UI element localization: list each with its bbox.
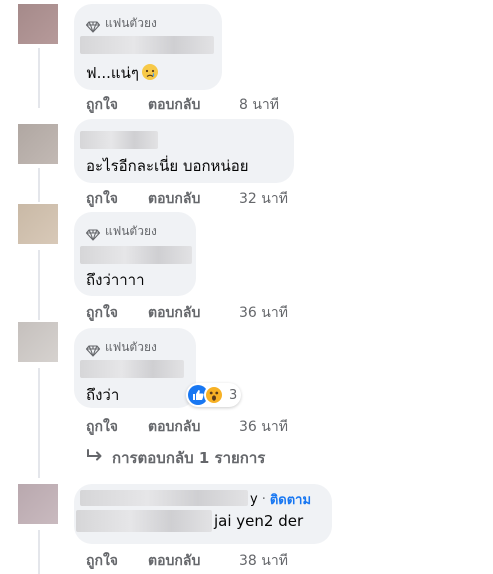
top-fan-badge[interactable]: แฟนตัวยง [85,14,157,33]
comment-bubble: แฟนตัวยง ถึงว่า [74,328,196,408]
timestamp[interactable]: 38 นาที [239,550,288,572]
badge-label: แฟนตัวยง [105,224,157,238]
comment-bubble: อะไรอีกละเนี่ย บอกหน่อย [74,119,294,183]
author-name[interactable] [80,131,158,149]
reply-button[interactable]: ตอบกลับ [148,416,239,438]
like-button[interactable]: ถูกใจ [86,302,148,324]
diamond-icon [85,226,101,241]
thread-line [38,168,40,202]
like-button[interactable]: ถูกใจ [86,550,148,572]
badge-label: แฟนตัวยง [105,340,157,354]
separator-dot: · [261,492,266,507]
avatar[interactable] [18,322,58,362]
like-button[interactable]: ถูกใจ [86,416,148,438]
reply-button[interactable]: ตอบกลับ [148,94,239,116]
author-name[interactable] [80,36,214,54]
timestamp[interactable]: 32 นาที [239,188,288,210]
author-name[interactable] [80,490,248,506]
comment-bubble: แฟนตัวยง ถึงว่าาาา [74,212,196,296]
comment-bubble: แฟนตัวยง ฟ...แน่ๆ [74,4,222,90]
comment-text: ถึงว่าาาา [86,271,145,289]
avatar[interactable] [18,204,58,244]
timestamp[interactable]: 36 นาที [239,416,288,438]
thread-line [38,250,40,320]
comment-actions: ถูกใจ ตอบกลับ 38 นาที [86,550,288,572]
diamond-icon [85,342,101,357]
like-button[interactable]: ถูกใจ [86,94,148,116]
reply-button[interactable]: ตอบกลับ [148,550,239,572]
reaction-count: 3 [229,387,238,403]
diamond-icon [85,18,101,33]
comment-text: ฟ...แน่ๆ [86,61,159,85]
follow-button[interactable]: ติดตาม [270,489,311,510]
reply-arrow-icon [86,449,104,467]
top-fan-badge[interactable]: แฟนตัวยง [85,338,157,357]
crying-face-icon [141,63,159,85]
like-button[interactable]: ถูกใจ [86,188,148,210]
thread-line [38,530,40,574]
badge-label: แฟนตัวยง [105,16,157,30]
timestamp[interactable]: 8 นาที [239,94,279,116]
comment-actions: ถูกใจ ตอบกลับ 8 นาที [86,94,279,116]
reply-button[interactable]: ตอบกลับ [148,188,239,210]
comment-text: jai yen2 der [214,512,304,530]
blurred-text [76,510,212,532]
thread-line [38,368,40,478]
comment-actions: ถูกใจ ตอบกลับ 36 นาที [86,302,288,324]
comment-text: อะไรอีกละเนี่ย บอกหน่อย [86,157,249,175]
author-header: y · ติดตาม [250,489,311,510]
reply-button[interactable]: ตอบกลับ [148,302,239,324]
view-replies-button[interactable]: การตอบกลับ 1 รายการ [86,446,265,470]
wow-icon [204,385,224,405]
comment-actions: ถูกใจ ตอบกลับ 36 นาที [86,416,288,438]
avatar[interactable] [18,124,58,164]
timestamp[interactable]: 36 นาที [239,302,288,324]
comment-actions: ถูกใจ ตอบกลับ 32 นาที [86,188,288,210]
top-fan-badge[interactable]: แฟนตัวยง [85,222,157,241]
avatar[interactable] [18,484,58,524]
author-name-suffix: y [250,492,258,507]
reaction-summary[interactable]: 3 [186,383,242,407]
author-name[interactable] [80,246,192,264]
comment-text: ถึงว่า [86,386,120,404]
view-replies-label: การตอบกลับ 1 รายการ [112,449,266,467]
avatar[interactable] [18,4,58,44]
author-name[interactable] [80,360,184,378]
thread-line [38,48,40,108]
comment-bubble: y · ติดตาม jai yen2 der [74,484,332,544]
